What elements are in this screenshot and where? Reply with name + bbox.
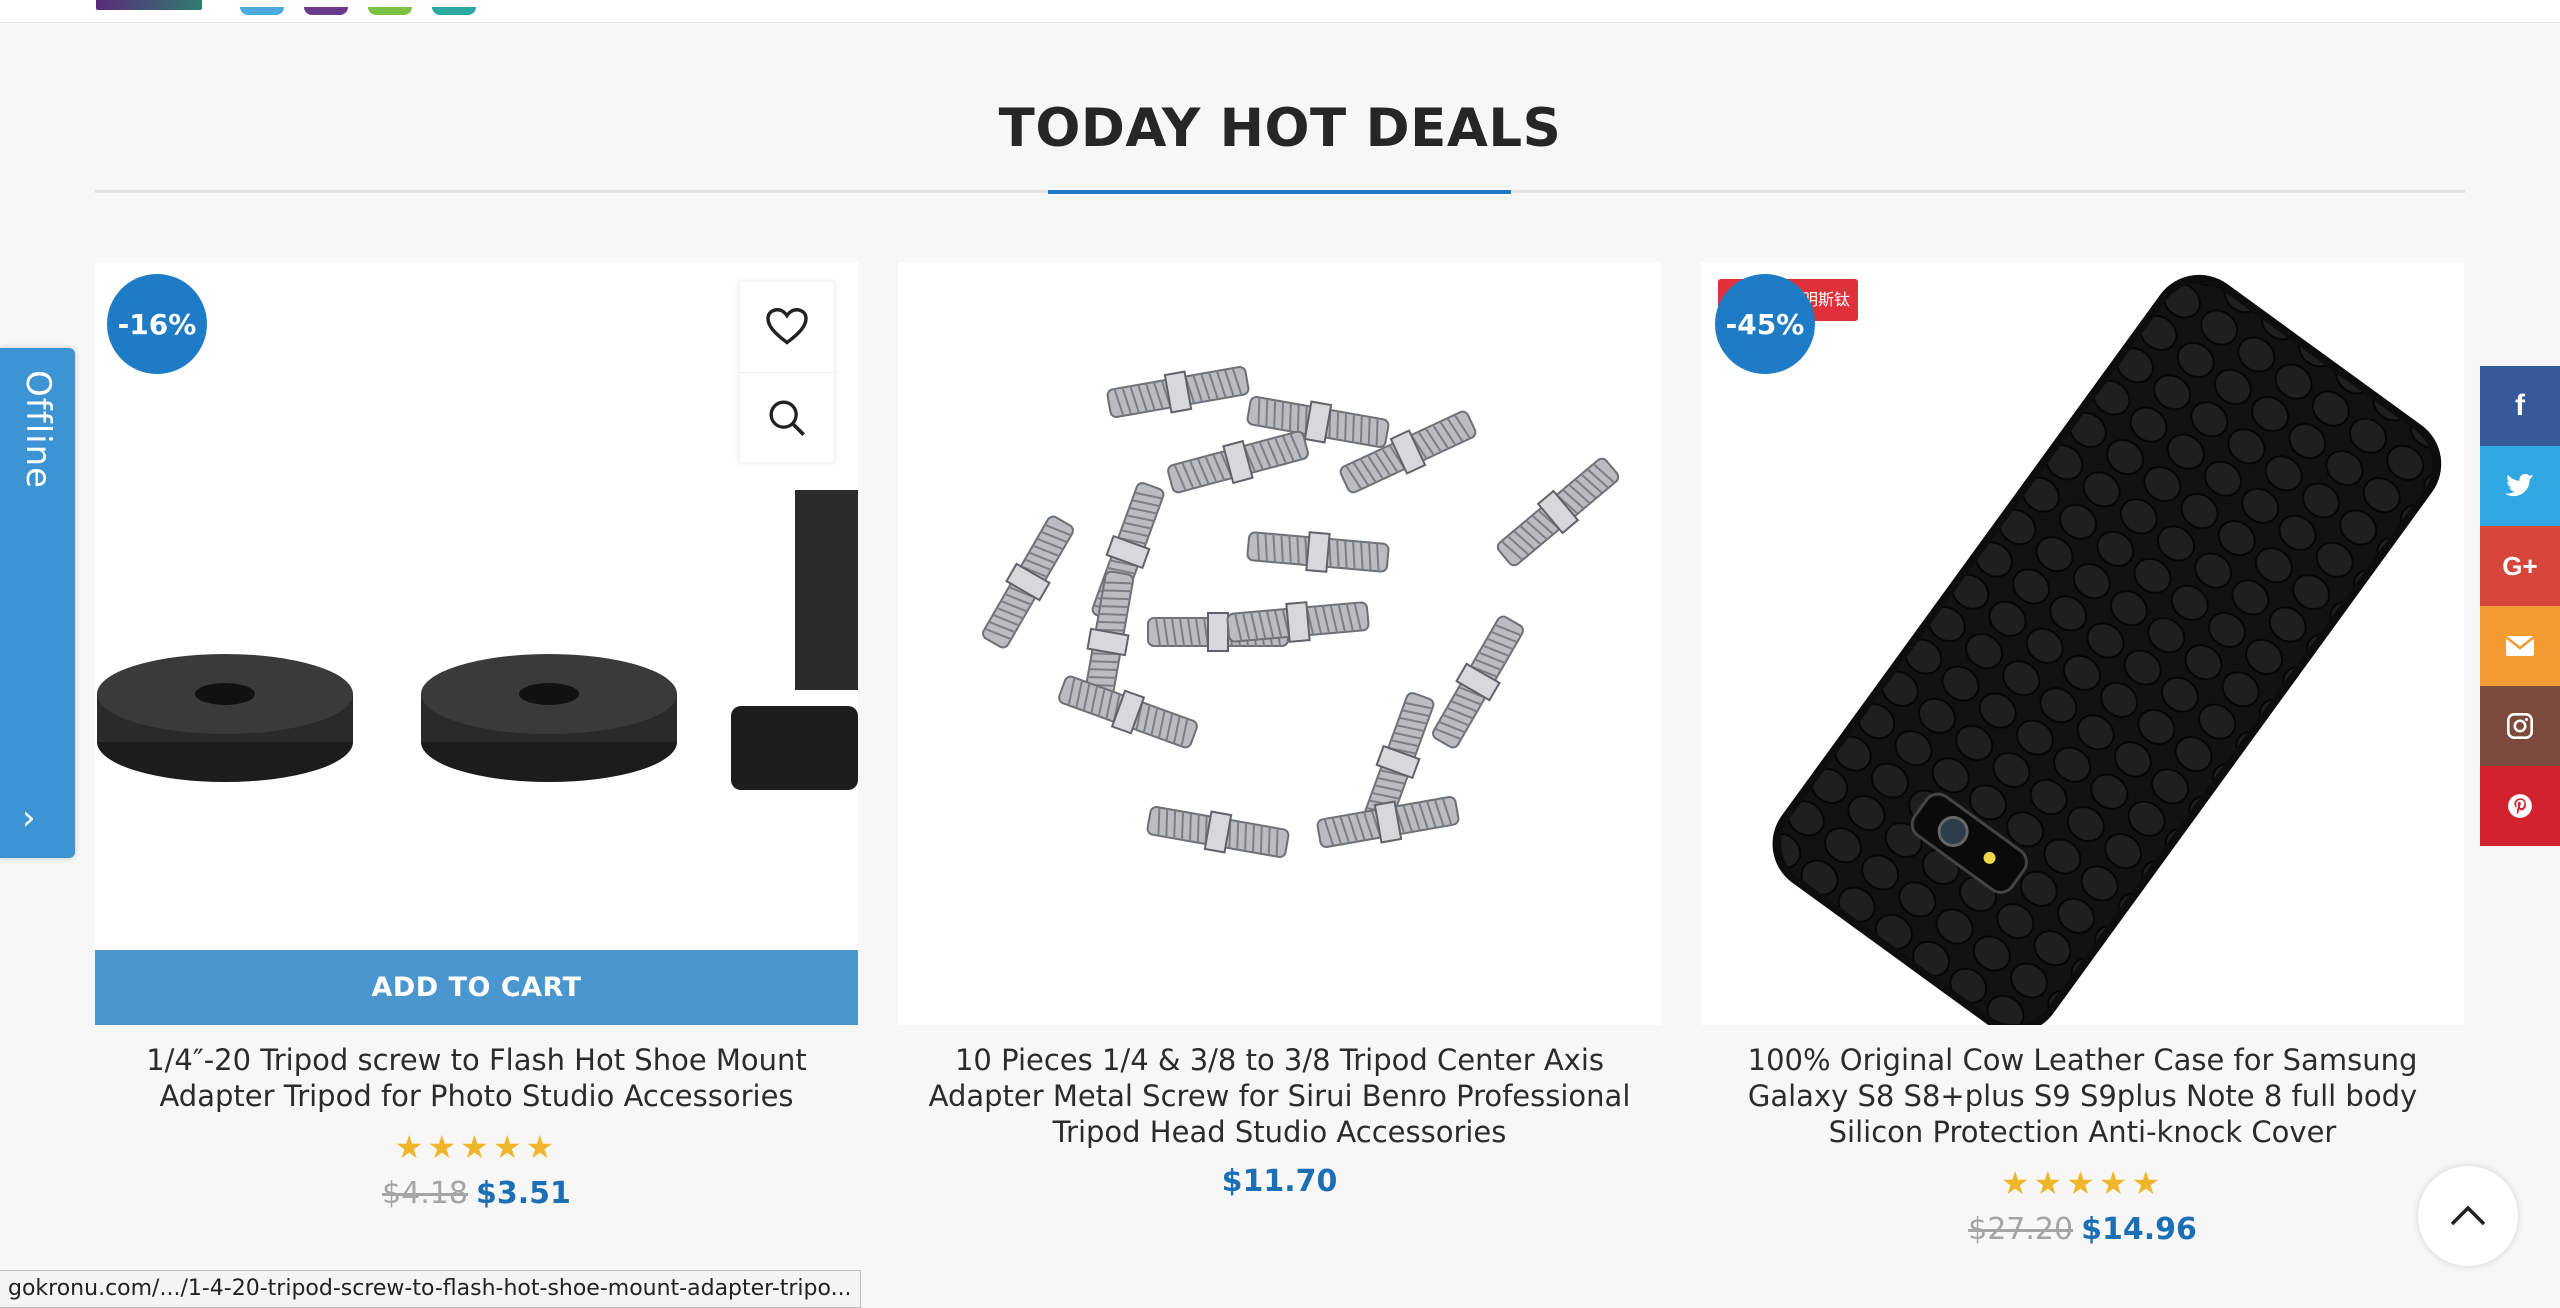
chat-status-label: Offline [18,370,58,490]
google-plus-share-button[interactable]: G+ [2480,526,2560,606]
pinterest-share-button[interactable] [2480,766,2560,846]
product-title[interactable]: 10 Pieces 1/4 & 3/8 to 3/8 Tripod Center… [898,1042,1661,1150]
quick-view-button[interactable] [740,372,834,463]
sale-price: $11.70 [1221,1164,1338,1199]
product-price: $27.20 $14.96 [1701,1212,2464,1247]
add-to-cart-button[interactable]: ADD TO CART [95,950,858,1025]
search-icon [769,400,805,436]
email-icon [2505,636,2535,656]
chevron-right-icon[interactable]: › [22,798,36,838]
site-header [0,0,2560,23]
instagram-icon [2507,713,2533,739]
instagram-share-button[interactable] [2480,686,2560,766]
heart-icon [766,308,808,345]
email-share-button[interactable] [2480,606,2560,686]
twitter-icon [2505,473,2534,497]
product-title[interactable]: 1/4″-20 Tripod screw to Flash Hot Shoe M… [95,1042,858,1114]
discount-badge: -45% [1715,274,1815,374]
rating-stars: ★★★★★ [2000,1164,2165,1202]
wishlist-button[interactable] [740,282,834,372]
twitter-share-button[interactable] [2480,446,2560,526]
section-title-underline [1048,190,1511,194]
product-price: $11.70 [898,1164,1661,1199]
discount-badge: -16% [107,274,207,374]
section-title: TODAY HOT DEALS [998,98,1562,159]
product-card[interactable]: 明斯钛 -45% [1701,262,2464,1025]
facebook-share-button[interactable]: f [2480,366,2560,446]
sale-price: $3.51 [475,1176,571,1211]
facebook-icon: f [2515,389,2525,422]
product-card[interactable] [898,262,1661,1025]
chevron-up-icon [2450,1205,2486,1226]
chat-widget-tab[interactable]: Offline › [0,348,75,858]
sale-price: $14.96 [2081,1212,2197,1247]
product-image[interactable] [1701,262,2464,1025]
rating-stars: ★★★★★ [394,1128,559,1166]
product-price: $4.18 $3.51 [95,1176,858,1211]
product-image[interactable] [898,262,1661,1025]
product-title[interactable]: 100% Original Cow Leather Case for Samsu… [1701,1042,2464,1150]
link-preview-status: gokronu.com/.../1-4-20-tripod-screw-to-f… [0,1270,861,1308]
site-logo-text [240,0,580,15]
old-price: $4.18 [382,1176,468,1211]
product-card[interactable]: -16% ADD TO CART [95,262,858,1025]
google-plus-icon: G+ [2502,550,2538,581]
back-to-top-button[interactable] [2418,1166,2518,1266]
old-price: $27.20 [1968,1212,2074,1247]
site-logo[interactable] [96,0,202,10]
product-actions [740,282,834,462]
social-share-bar: f G+ [2480,366,2560,846]
pinterest-icon [2508,794,2532,818]
